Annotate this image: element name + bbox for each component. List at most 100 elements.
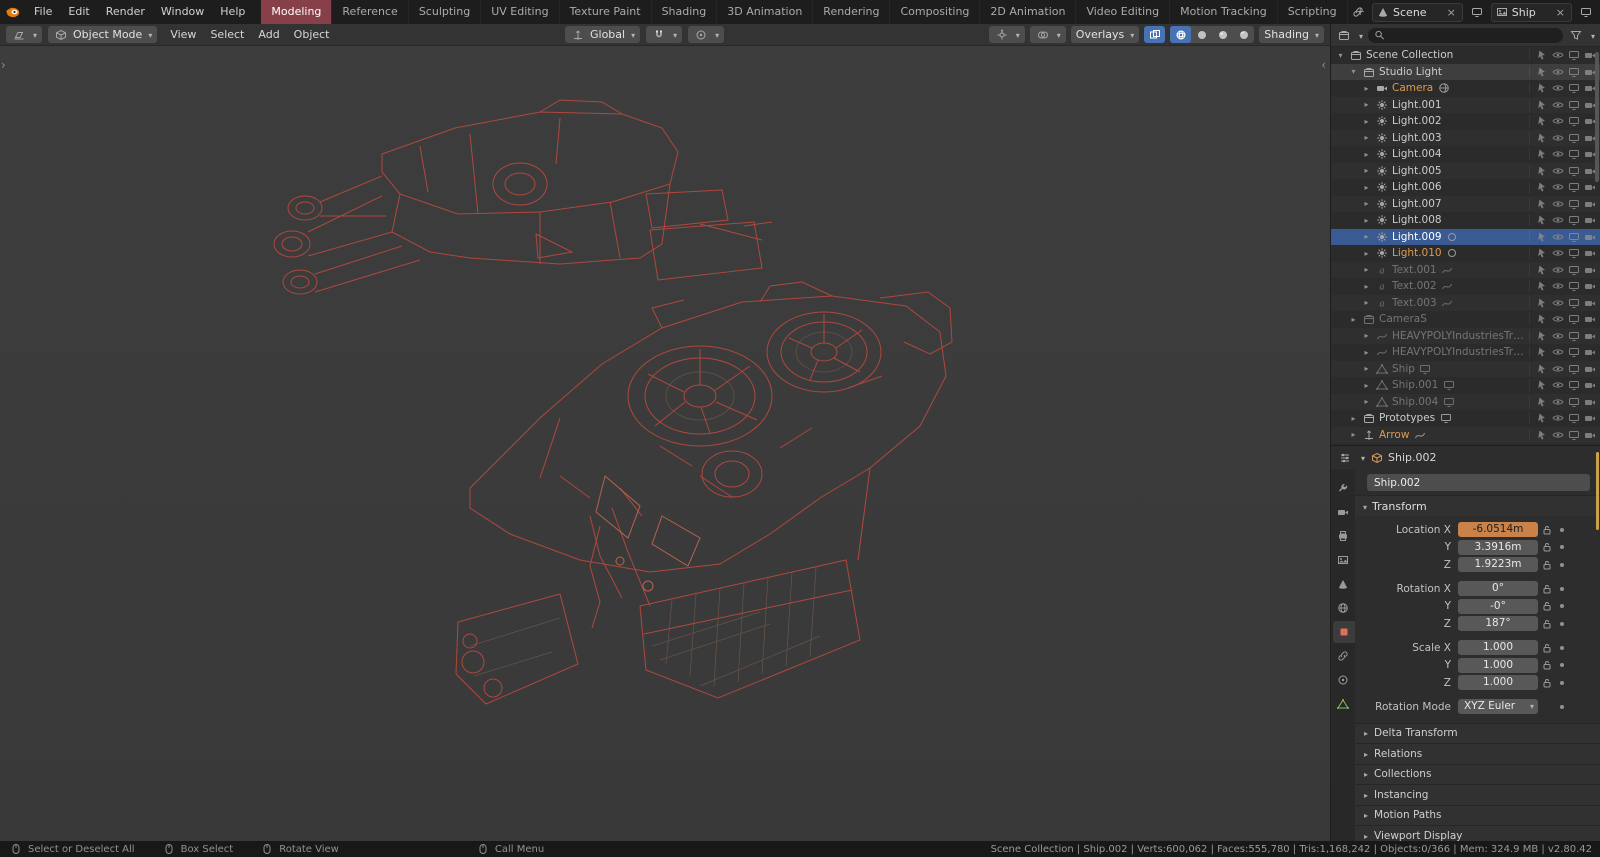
- render-disable-toggle-icon[interactable]: [1583, 346, 1596, 358]
- expander-icon[interactable]: ▸: [1362, 117, 1371, 126]
- render-disable-toggle-icon[interactable]: [1583, 214, 1596, 226]
- hide-toggle-icon[interactable]: [1551, 66, 1564, 78]
- transform-value-field[interactable]: 1.000: [1458, 657, 1538, 673]
- sidebar-expand-icon[interactable]: ‹: [1321, 58, 1326, 72]
- gizmo-select[interactable]: [988, 26, 1025, 43]
- render-disable-toggle-icon[interactable]: [1583, 330, 1596, 342]
- selectable-toggle-icon[interactable]: [1535, 346, 1548, 358]
- selectable-toggle-icon[interactable]: [1535, 363, 1548, 375]
- render-disable-toggle-icon[interactable]: [1583, 363, 1596, 375]
- hide-toggle-icon[interactable]: [1551, 247, 1564, 259]
- animate-dot[interactable]: [1556, 646, 1568, 650]
- lock-icon[interactable]: [1538, 541, 1556, 553]
- selectable-toggle-icon[interactable]: [1535, 99, 1548, 111]
- expander-icon[interactable]: ▸: [1362, 282, 1371, 291]
- tab-rendering[interactable]: Rendering: [813, 0, 891, 24]
- outliner-row[interactable]: ▸ a Text.001: [1331, 262, 1600, 279]
- overlays-select[interactable]: Overlays: [1070, 26, 1140, 43]
- hide-toggle-icon[interactable]: [1551, 231, 1564, 243]
- expander-icon[interactable]: ▸: [1362, 232, 1371, 241]
- viewport-disable-toggle-icon[interactable]: [1567, 379, 1580, 391]
- overlays-toggle[interactable]: [1029, 26, 1066, 43]
- expander-icon[interactable]: ▸: [1362, 348, 1371, 357]
- outliner-row[interactable]: ▸ Arrow: [1331, 427, 1600, 444]
- selectable-toggle-icon[interactable]: [1535, 49, 1548, 61]
- hide-toggle-icon[interactable]: [1551, 214, 1564, 226]
- object-name-field[interactable]: Ship.002: [1367, 474, 1590, 491]
- render-disable-toggle-icon[interactable]: [1583, 280, 1596, 292]
- viewport-disable-toggle-icon[interactable]: [1567, 264, 1580, 276]
- proportional-edit-toggle[interactable]: [688, 26, 725, 43]
- hide-toggle-icon[interactable]: [1551, 346, 1564, 358]
- transform-value-field[interactable]: 1.9223m: [1458, 557, 1538, 572]
- menu-window[interactable]: Window: [153, 0, 212, 24]
- render-disable-toggle-icon[interactable]: [1583, 264, 1596, 276]
- outliner-row[interactable]: ▸ CameraS: [1331, 311, 1600, 328]
- expander-icon[interactable]: ▸: [1362, 298, 1371, 307]
- hide-toggle-icon[interactable]: [1551, 363, 1564, 375]
- transform-panel-header[interactable]: Transform: [1355, 495, 1600, 516]
- outliner-row[interactable]: ▸ Light.004: [1331, 146, 1600, 163]
- viewport-disable-toggle-icon[interactable]: [1567, 396, 1580, 408]
- viewport-disable-toggle-icon[interactable]: [1567, 82, 1580, 94]
- viewport-disable-toggle-icon[interactable]: [1567, 49, 1580, 61]
- properties-tab-output[interactable]: [1331, 525, 1355, 547]
- tab-3d-animation[interactable]: 3D Animation: [717, 0, 814, 24]
- lock-icon[interactable]: [1538, 618, 1556, 630]
- selectable-toggle-icon[interactable]: [1535, 165, 1548, 177]
- viewport-disable-toggle-icon[interactable]: [1567, 214, 1580, 226]
- outliner-row[interactable]: ▸ Light.005: [1331, 163, 1600, 180]
- transform-value-field[interactable]: 1.000: [1458, 675, 1538, 690]
- outliner-row[interactable]: ▸ Ship.004: [1331, 394, 1600, 411]
- tab-scripting[interactable]: Scripting: [1278, 0, 1348, 24]
- properties-tab-render[interactable]: [1331, 501, 1355, 523]
- properties-tab-data[interactable]: [1331, 693, 1355, 715]
- selectable-toggle-icon[interactable]: [1535, 214, 1548, 226]
- viewport-menu-select[interactable]: Select: [203, 28, 251, 41]
- viewport-disable-toggle-icon[interactable]: [1567, 412, 1580, 424]
- tab-uv-editing[interactable]: UV Editing: [481, 0, 560, 24]
- viewport-disable-toggle-icon[interactable]: [1567, 231, 1580, 243]
- outliner-row[interactable]: ▸ HEAVYPOLYIndustriesTra...: [1331, 344, 1600, 361]
- mode-select[interactable]: Object Mode: [48, 26, 158, 43]
- snap-toggle[interactable]: [646, 26, 683, 43]
- panel-motion-paths[interactable]: Motion Paths: [1355, 804, 1600, 825]
- toolbar-expand-icon[interactable]: ›: [1, 58, 6, 72]
- viewport-disable-toggle-icon[interactable]: [1567, 330, 1580, 342]
- viewlayer-selector[interactable]: Ship: [1490, 2, 1572, 22]
- chevron-down-icon[interactable]: [1357, 29, 1363, 42]
- expander-icon[interactable]: ▾: [1336, 51, 1345, 60]
- expander-icon[interactable]: ▸: [1362, 381, 1371, 390]
- render-disable-toggle-icon[interactable]: [1583, 198, 1596, 210]
- animate-dot[interactable]: [1556, 622, 1568, 626]
- hide-toggle-icon[interactable]: [1551, 330, 1564, 342]
- selectable-toggle-icon[interactable]: [1535, 313, 1548, 325]
- outliner-row[interactable]: ▸ Light.009: [1331, 228, 1600, 245]
- expander-icon[interactable]: ▸: [1362, 249, 1371, 258]
- viewport-disable-toggle-icon[interactable]: [1567, 297, 1580, 309]
- hide-toggle-icon[interactable]: [1551, 132, 1564, 144]
- selectable-toggle-icon[interactable]: [1535, 148, 1548, 160]
- properties-tab-world[interactable]: [1331, 597, 1355, 619]
- hide-toggle-icon[interactable]: [1551, 99, 1564, 111]
- outliner-row[interactable]: ▾ Studio Light: [1331, 63, 1600, 80]
- viewport-disable-toggle-icon[interactable]: [1567, 181, 1580, 193]
- render-disable-toggle-icon[interactable]: [1583, 231, 1596, 243]
- outliner-row[interactable]: ▾ Scene Collection: [1331, 47, 1600, 64]
- orientation-select[interactable]: Global: [565, 26, 641, 43]
- expander-icon[interactable]: ▸: [1362, 199, 1371, 208]
- tab-compositing[interactable]: Compositing: [890, 0, 981, 24]
- selectable-toggle-icon[interactable]: [1535, 181, 1548, 193]
- animate-dot[interactable]: [1556, 663, 1568, 667]
- outliner-row[interactable]: ▸ Light.006: [1331, 179, 1600, 196]
- hide-toggle-icon[interactable]: [1551, 49, 1564, 61]
- render-disable-toggle-icon[interactable]: [1583, 297, 1596, 309]
- selectable-toggle-icon[interactable]: [1535, 412, 1548, 424]
- properties-tab-constraint[interactable]: [1331, 645, 1355, 667]
- menu-render[interactable]: Render: [98, 0, 153, 24]
- outliner-row[interactable]: ▸ a Text.002: [1331, 278, 1600, 295]
- render-disable-toggle-icon[interactable]: [1583, 396, 1596, 408]
- tab-shading[interactable]: Shading: [652, 0, 718, 24]
- hide-toggle-icon[interactable]: [1551, 264, 1564, 276]
- viewport-disable-toggle-icon[interactable]: [1567, 280, 1580, 292]
